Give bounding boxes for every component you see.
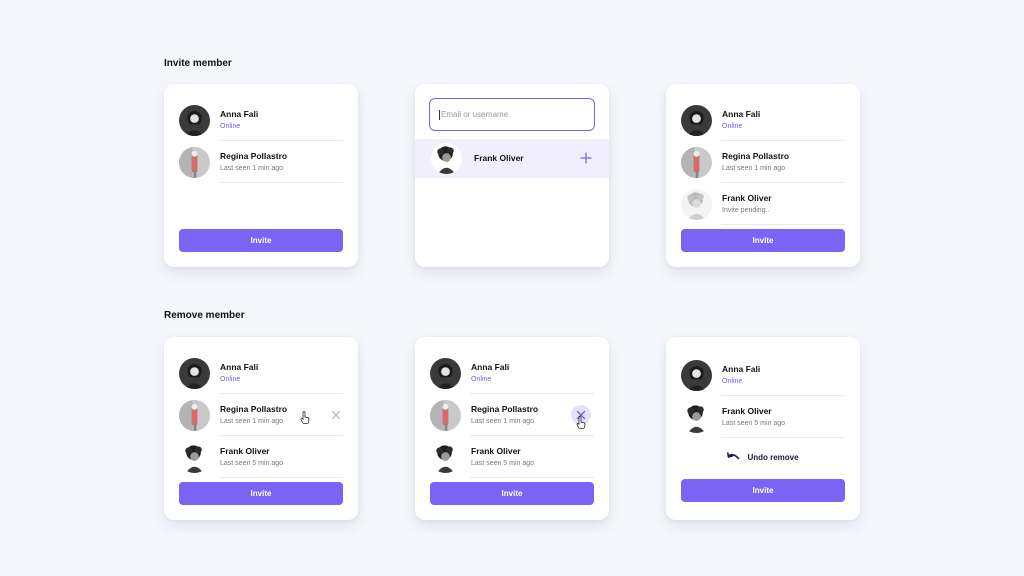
invite-button[interactable]: Invite — [681, 229, 845, 252]
member-status: Online — [722, 377, 743, 385]
member-row-anna: Anna Fali Online — [681, 354, 845, 396]
member-status: Last seen 1 min ago — [220, 164, 284, 172]
member-name: Frank Oliver — [471, 445, 521, 456]
avatar — [179, 442, 210, 473]
member-name: Frank Oliver — [220, 445, 270, 456]
search-input[interactable]: Email or username — [429, 98, 595, 131]
suggestion-row-frank[interactable]: Frank Oliver — [415, 139, 609, 178]
divider — [219, 477, 343, 478]
avatar — [179, 105, 210, 136]
remove-card-press: Anna Fali Online Regina Pollastro Last s… — [415, 337, 609, 520]
member-status: Online — [220, 122, 241, 130]
member-row-anna: Anna Fali Online — [430, 352, 594, 394]
member-row-regina: Regina Pollastro Last seen 1 min ago — [681, 141, 845, 183]
member-list: Anna Fali Online Regina Pollastro Last s… — [179, 352, 343, 478]
avatar — [681, 189, 712, 220]
invite-button[interactable]: Invite — [179, 229, 343, 252]
member-status: Last seen 5 min ago — [220, 459, 284, 467]
remove-card-undo: Anna Fali Online Frank Oliver Last seen … — [666, 337, 860, 520]
invite-button[interactable]: Invite — [681, 479, 845, 502]
undo-icon — [727, 452, 740, 460]
member-row-regina: Regina Pollastro Last seen 1 min ago — [179, 141, 343, 183]
avatar — [430, 442, 461, 473]
search-placeholder: Email or username — [441, 110, 509, 119]
invite-button[interactable]: Invite — [179, 482, 343, 505]
member-row-frank: Frank Oliver Last seen 5 min ago — [430, 436, 594, 478]
member-name: Frank Oliver — [474, 153, 524, 163]
invite-card-initial: Anna Fali Online Regina Pollastro Last s… — [164, 84, 358, 267]
member-status: Invite pending.. — [722, 206, 770, 214]
member-row-regina[interactable]: Regina Pollastro Last seen 1 min ago — [179, 394, 343, 436]
member-name: Regina Pollastro — [471, 403, 539, 414]
avatar — [430, 358, 461, 389]
pointer-cursor-icon — [300, 411, 310, 424]
member-name: Anna Fali — [220, 361, 259, 372]
text-caret — [439, 109, 440, 120]
remove-card-hover: Anna Fali Online Regina Pollastro Last s… — [164, 337, 358, 520]
undo-remove-button[interactable]: Undo remove — [666, 449, 860, 465]
member-status: Online — [471, 375, 492, 383]
avatar — [681, 147, 712, 178]
member-name: Anna Fali — [722, 108, 761, 119]
avatar — [430, 400, 461, 431]
avatar — [179, 147, 210, 178]
divider — [219, 182, 343, 183]
avatar — [179, 358, 210, 389]
pointer-cursor-icon — [576, 416, 586, 429]
member-name: Regina Pollastro — [220, 150, 288, 161]
member-row-frank: Frank Oliver Last seen 5 min ago — [179, 436, 343, 478]
member-row-anna: Anna Fali Online — [681, 99, 845, 141]
avatar — [681, 105, 712, 136]
plus-icon[interactable] — [580, 152, 592, 164]
divider — [470, 477, 594, 478]
avatar — [681, 360, 712, 391]
member-status: Last seen 5 min ago — [722, 419, 786, 427]
member-name: Frank Oliver — [722, 192, 772, 203]
member-status: Online — [722, 122, 743, 130]
member-list: Anna Fali Online Regina Pollastro Last s… — [681, 99, 845, 225]
remove-member-title: Remove member — [164, 310, 245, 321]
member-name: Frank Oliver — [722, 405, 772, 416]
member-name: Regina Pollastro — [220, 403, 288, 414]
member-row-frank: Frank Oliver Last seen 5 min ago — [681, 396, 845, 438]
member-row-anna: Anna Fali Online — [179, 352, 343, 394]
member-name: Anna Fali — [722, 363, 761, 374]
avatar — [431, 143, 462, 174]
member-name: Regina Pollastro — [722, 150, 790, 161]
member-row-regina[interactable]: Regina Pollastro Last seen 1 min ago — [430, 394, 594, 436]
member-row-anna: Anna Fali Online — [179, 99, 343, 141]
member-status: Online — [220, 375, 241, 383]
member-name: Anna Fali — [220, 108, 259, 119]
divider — [721, 224, 845, 225]
member-status: Last seen 1 min ago — [722, 164, 786, 172]
divider — [721, 437, 845, 438]
member-row-frank-pending: Frank Oliver Invite pending.. — [681, 183, 845, 225]
member-list: Anna Fali Online Regina Pollastro Last s… — [179, 99, 343, 183]
member-status: Last seen 5 min ago — [471, 459, 535, 467]
invite-card-pending: Anna Fali Online Regina Pollastro Last s… — [666, 84, 860, 267]
invite-member-title: Invite member — [164, 58, 232, 69]
avatar — [681, 402, 712, 433]
undo-remove-label: Undo remove — [747, 452, 799, 462]
member-status: Last seen 1 min ago — [471, 417, 535, 425]
avatar — [179, 400, 210, 431]
member-name: Anna Fali — [471, 361, 510, 372]
member-list: Anna Fali Online Frank Oliver Last seen … — [681, 354, 845, 438]
close-icon[interactable] — [331, 410, 341, 420]
member-list: Anna Fali Online Regina Pollastro Last s… — [430, 352, 594, 478]
member-status: Last seen 1 min ago — [220, 417, 284, 425]
invite-card-search: Email or username Frank Oliver — [415, 84, 609, 267]
invite-button[interactable]: Invite — [430, 482, 594, 505]
